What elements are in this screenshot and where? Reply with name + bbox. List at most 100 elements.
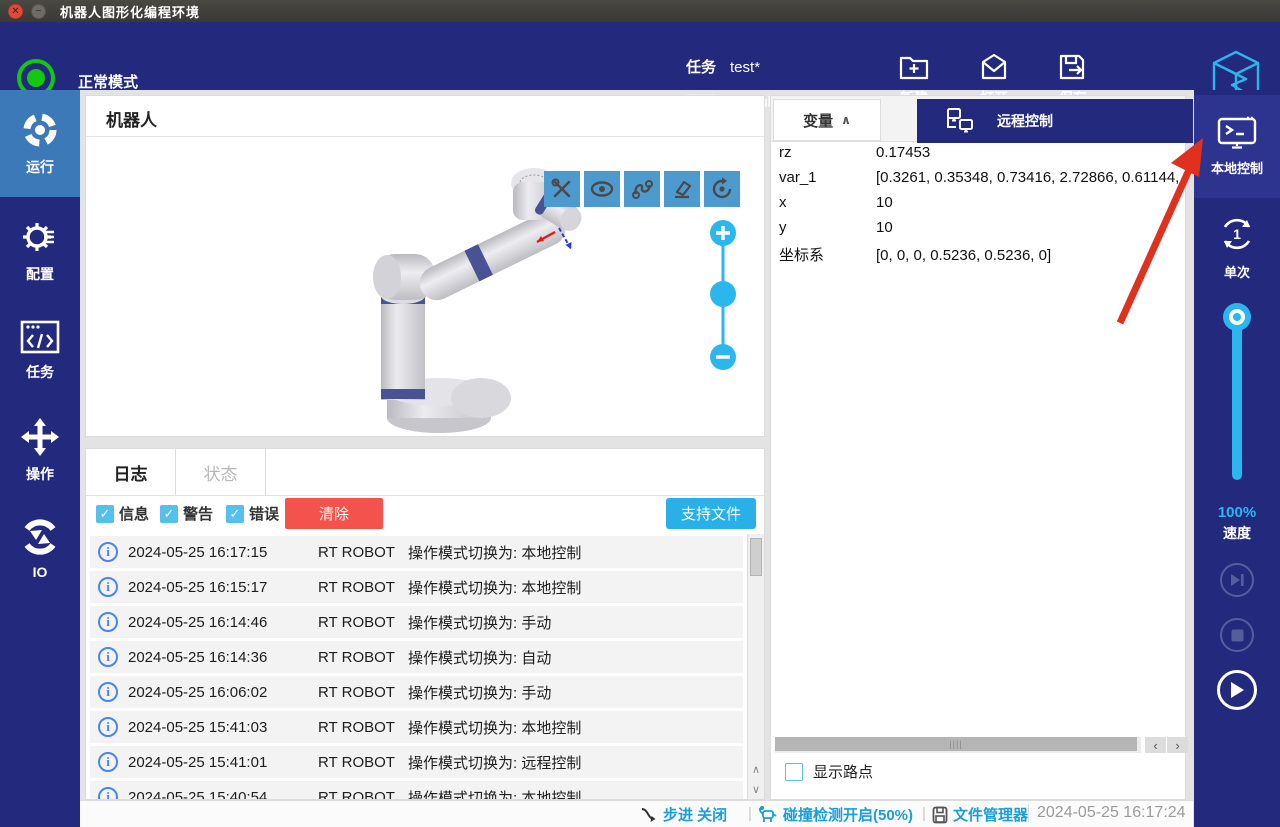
log-row[interactable]: i2024-05-25 16:06:02RT ROBOT操作模式切换为: 手动 <box>90 676 743 708</box>
step-mode-label: 步进 关闭 <box>663 804 727 825</box>
log-row[interactable]: i2024-05-25 15:40:54RT ROBOT操作模式切换为: 本地控… <box>90 781 743 800</box>
local-control-button[interactable]: 本地控制 <box>1194 95 1280 198</box>
run-icon <box>20 110 60 150</box>
minimize-icon[interactable]: − <box>31 4 46 19</box>
step-forward-button[interactable] <box>1220 563 1254 597</box>
variable-value: 10 <box>876 194 893 211</box>
variable-row[interactable]: var_1[0.3261, 0.35348, 0.73416, 2.72866,… <box>779 169 1179 194</box>
single-cycle-icon: 1 <box>1217 214 1257 254</box>
menu-item-remote-control[interactable]: 远程控制 <box>997 111 1053 131</box>
stop-button[interactable] <box>1220 618 1254 652</box>
app-header: 正常模式 任务test* 配置default 新建 打开 保存 <box>0 22 1280 90</box>
visibility-button[interactable] <box>584 171 620 207</box>
tab-log-label: 日志 <box>114 460 148 485</box>
show-waypoints-checkbox[interactable] <box>785 763 803 781</box>
filter-warning[interactable]: ✓警告 <box>160 503 213 524</box>
log-source: RT ROBOT <box>318 614 400 631</box>
log-row[interactable]: i2024-05-25 15:41:01RT ROBOT操作模式切换为: 远程控… <box>90 746 743 778</box>
new-file-icon <box>897 50 931 84</box>
sidebar-item-operate[interactable]: 操作 <box>0 400 80 500</box>
separator: | <box>922 805 926 822</box>
filter-info[interactable]: ✓ 信息 <box>96 503 149 524</box>
log-panel: 日志 状态 ✓ 信息 ✓警告 ✓错误 清除 支持文件 i2024-05-25 16… <box>85 448 765 800</box>
log-list[interactable]: i2024-05-25 16:17:15RT ROBOT操作模式切换为: 本地控… <box>86 534 746 800</box>
info-icon: i <box>98 577 118 597</box>
variable-value: [0, 0, 0, 0.5236, 0.5236, 0] <box>876 247 1051 264</box>
log-row[interactable]: i2024-05-25 16:15:17RT ROBOT操作模式切换为: 本地控… <box>90 571 743 603</box>
code-window-icon <box>19 319 61 355</box>
right-control-rail: 本地控制 1 单次 100% 速度 <box>1194 90 1280 827</box>
filter-error[interactable]: ✓错误 <box>226 503 279 524</box>
log-row[interactable]: i2024-05-25 16:14:46RT ROBOT操作模式切换为: 手动 <box>90 606 743 638</box>
task-value: test* <box>730 59 760 76</box>
error-checkbox[interactable]: ✓ <box>226 505 244 523</box>
variable-row[interactable]: 坐标系[0, 0, 0, 0.5236, 0.5236, 0] <box>779 244 1179 269</box>
speed-slider-handle[interactable] <box>1223 303 1251 331</box>
move-arrows-icon <box>20 417 60 457</box>
info-checkbox[interactable]: ✓ <box>96 505 114 523</box>
tab-status-label: 状态 <box>204 460 238 485</box>
variables-collapse-button[interactable]: 变量 ∧ <box>773 99 881 141</box>
erase-button[interactable] <box>664 171 700 207</box>
file-manager-label: 文件管理器 <box>953 804 1028 825</box>
close-icon[interactable]: ✕ <box>8 4 23 19</box>
log-row[interactable]: i2024-05-25 16:14:36RT ROBOT操作模式切换为: 自动 <box>90 641 743 673</box>
show-waypoints-label: 显示路点 <box>813 761 873 782</box>
log-time: 2024-05-25 15:40:54 <box>128 789 288 801</box>
variable-row[interactable]: y10 <box>779 219 1179 244</box>
variable-name: var_1 <box>779 169 876 186</box>
log-message: 操作模式切换为: 手动 <box>408 682 551 703</box>
log-message: 操作模式切换为: 自动 <box>408 647 551 668</box>
sidebar-item-config[interactable]: 配置 <box>0 200 80 300</box>
log-source: RT ROBOT <box>318 719 400 736</box>
scrollbar-thumb[interactable] <box>750 538 762 576</box>
clear-button[interactable]: 清除 <box>285 498 383 529</box>
scroll-down-button[interactable]: ∨ <box>748 780 764 798</box>
collision-detect-status[interactable]: 碰撞检测开启(50%) <box>758 804 913 825</box>
log-scrollbar[interactable]: ∧ ∨ <box>747 534 764 800</box>
eye-icon <box>589 176 615 202</box>
remote-control-icon <box>945 107 975 135</box>
scroll-right-button[interactable]: › <box>1167 737 1188 753</box>
variable-row[interactable]: x10 <box>779 194 1179 219</box>
horizontal-scrollbar[interactable]: |||| ‹ › <box>775 737 1183 754</box>
step-icon <box>640 807 658 823</box>
info-icon: i <box>98 682 118 702</box>
step-mode-status[interactable]: 步进 关闭 <box>640 804 727 825</box>
filter-info-label: 信息 <box>119 503 149 524</box>
reset-view-button[interactable] <box>704 171 740 207</box>
log-row[interactable]: i2024-05-25 15:41:03RT ROBOT操作模式切换为: 本地控… <box>90 711 743 743</box>
show-waypoints-toggle[interactable]: 显示路点 <box>785 761 873 782</box>
mode-label: 正常模式 <box>78 71 138 92</box>
speed-slider-track[interactable] <box>1232 320 1242 480</box>
file-manager-button[interactable]: 文件管理器 <box>932 804 1028 825</box>
sidebar-item-io[interactable]: IO <box>0 498 80 598</box>
single-run-label: 单次 <box>1224 262 1250 281</box>
tab-log[interactable]: 日志 <box>86 449 176 495</box>
sidebar-item-run[interactable]: 运行 <box>0 90 80 197</box>
scroll-left-button[interactable]: ‹ <box>1145 737 1166 753</box>
tab-status[interactable]: 状态 <box>176 449 266 495</box>
log-row[interactable]: i2024-05-25 16:17:15RT ROBOT操作模式切换为: 本地控… <box>90 536 743 568</box>
variable-name: x <box>779 194 876 211</box>
single-run-button[interactable]: 1 单次 <box>1194 202 1280 292</box>
warning-checkbox[interactable]: ✓ <box>160 505 178 523</box>
log-source: RT ROBOT <box>318 754 400 771</box>
save-icon <box>1056 50 1090 84</box>
tools-button[interactable] <box>544 171 580 207</box>
variable-row[interactable]: rz0.17453 <box>779 144 1179 169</box>
sidebar-item-label: 配置 <box>26 264 54 284</box>
chevron-up-icon: ∧ <box>841 113 851 127</box>
info-icon: i <box>98 787 118 800</box>
variables-panel: 变量 ∧ rz0.17453 var_1[0.3261, 0.35348, 0.… <box>770 95 1186 800</box>
log-message: 操作模式切换为: 手动 <box>408 612 551 633</box>
support-file-button[interactable]: 支持文件 <box>666 498 756 529</box>
info-icon: i <box>98 717 118 737</box>
scroll-up-button[interactable]: ∧ <box>748 760 764 778</box>
collision-robot-icon <box>758 806 778 823</box>
path-button[interactable] <box>624 171 660 207</box>
sidebar-item-task[interactable]: 任务 <box>0 300 80 400</box>
play-button[interactable] <box>1217 670 1257 710</box>
skip-icon <box>1229 573 1245 587</box>
scrollbar-thumb[interactable]: |||| <box>775 737 1137 751</box>
